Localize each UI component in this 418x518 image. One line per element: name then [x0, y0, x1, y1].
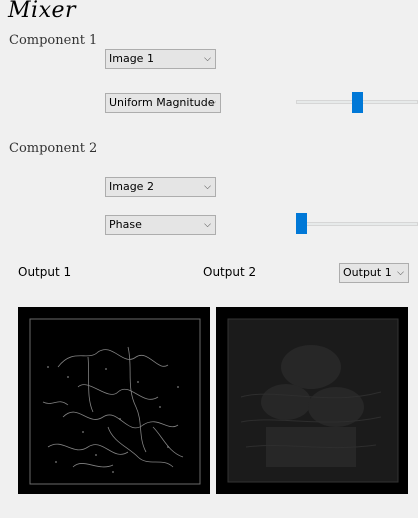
chevron-down-icon: ⌵ — [209, 98, 216, 108]
output1-label: Output 1 — [18, 265, 72, 279]
component1-image-select-value: Image 1 — [109, 52, 154, 65]
component1-image-select[interactable]: Image 1 ⌵ — [105, 49, 216, 69]
chevron-down-icon: ⌵ — [397, 268, 404, 278]
chevron-down-icon: ⌵ — [204, 54, 211, 64]
component1-mode-select-value: Uniform Magnitude — [109, 96, 215, 109]
output2-label: Output 2 — [203, 265, 257, 279]
output2-image — [216, 307, 408, 494]
component1-label: Component 1 — [9, 33, 98, 48]
component2-mode-select-value: Phase — [109, 218, 142, 231]
component1-slider-thumb[interactable] — [351, 92, 363, 113]
component2-slider-thumb[interactable] — [296, 213, 307, 234]
component2-slider-track[interactable] — [296, 222, 418, 226]
chevron-down-icon: ⌵ — [204, 182, 211, 192]
component2-label: Component 2 — [9, 141, 98, 156]
component2-image-select[interactable]: Image 2 ⌵ — [105, 177, 216, 197]
output-select[interactable]: Output 1 ⌵ — [339, 263, 409, 283]
chevron-down-icon: ⌵ — [204, 220, 211, 230]
output2-image-panel — [216, 307, 408, 494]
component1-mode-select[interactable]: Uniform Magnitude ⌵ — [105, 93, 221, 113]
window-title: Mixer — [8, 0, 77, 23]
output1-image-panel — [18, 307, 210, 494]
output1-image — [18, 307, 210, 494]
output-select-value: Output 1 — [343, 266, 392, 279]
component2-image-select-value: Image 2 — [109, 180, 154, 193]
component2-mode-select[interactable]: Phase ⌵ — [105, 215, 216, 235]
